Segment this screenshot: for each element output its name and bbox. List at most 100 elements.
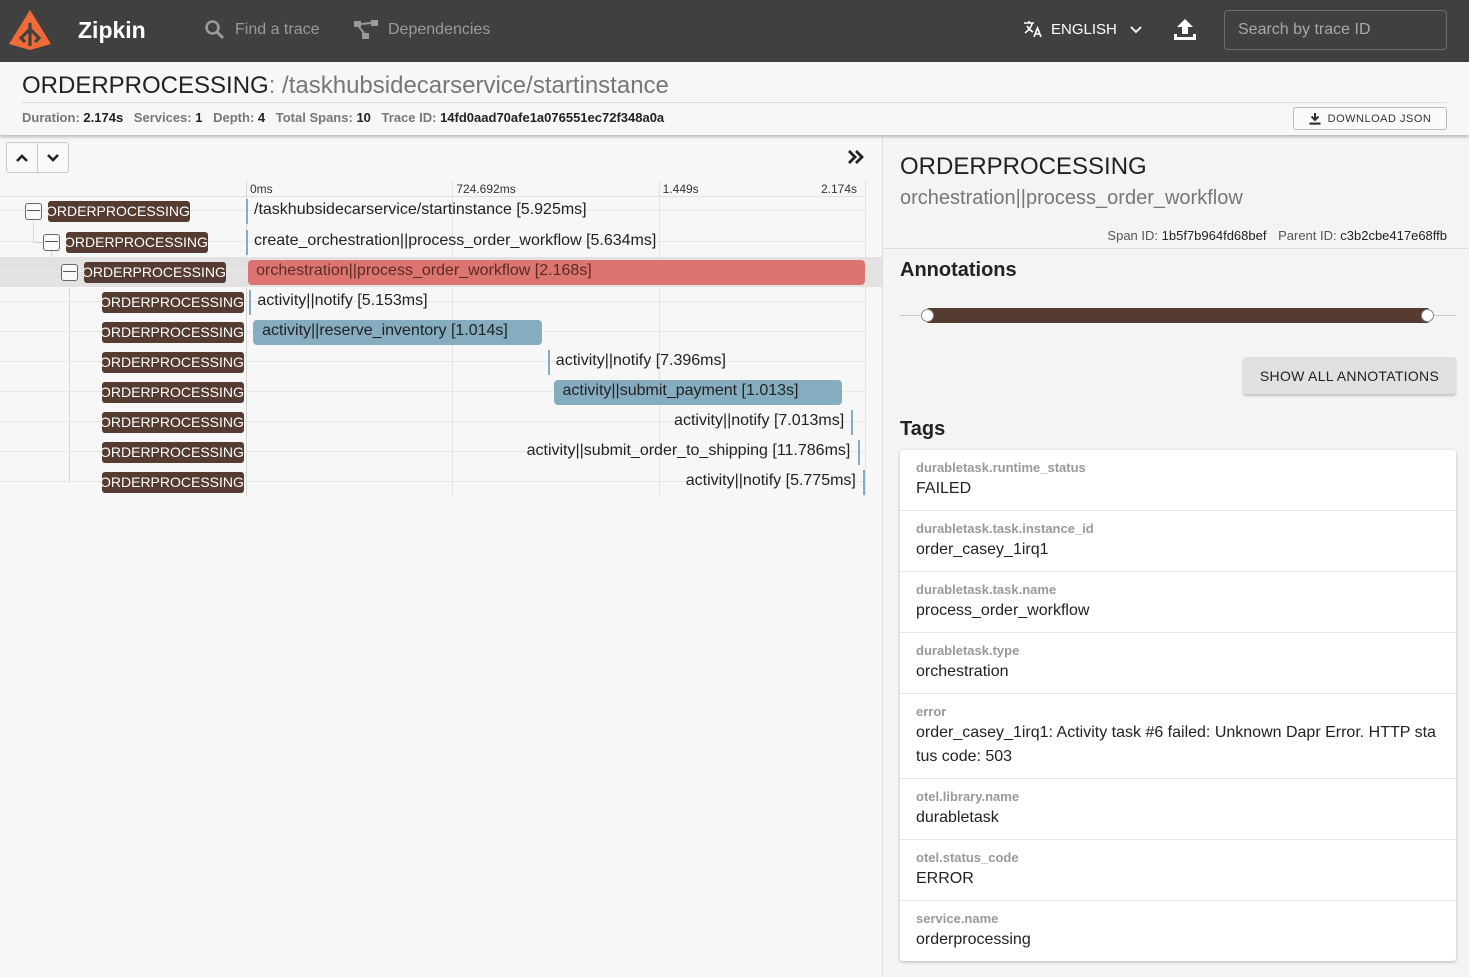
span-row[interactable]: ORDERPROCESSING activity||notify [5.153ms… [0, 287, 882, 317]
service-badge: ORDERPROCESSING [102, 412, 244, 433]
service-badge: ORDERPROCESSING [102, 322, 244, 343]
nav-dependencies-label: Dependencies [388, 21, 491, 38]
span-row[interactable]: ORDERPROCESSING activity||notify [7.396ms… [0, 347, 882, 377]
parent-id-value: c3b2cbe417e68ffb [1340, 228, 1447, 243]
span-duration: [5.925ms] [511, 201, 587, 218]
trace-id-search-input[interactable] [1224, 10, 1447, 50]
depth-value: 4 [257, 110, 266, 125]
annotation-span-bar [927, 308, 1429, 323]
collapse-toggle-icon[interactable] [43, 234, 60, 251]
span-label: activity||notify [5.775ms] [686, 472, 856, 490]
language-label: ENGLISH [1051, 20, 1117, 38]
span-navigation [6, 142, 69, 173]
span-duration: [5.153ms] [352, 292, 428, 309]
span-label: activity||submit_payment [1.013s] [563, 382, 799, 400]
dependencies-icon [354, 20, 378, 39]
span-name: /taskhubsidecarservice/startinstance [254, 201, 512, 218]
download-json-label: DOWNLOAD JSON [1327, 112, 1432, 125]
span-name: activity||notify [674, 412, 770, 429]
depth-label: Depth: [213, 110, 255, 125]
span-row[interactable]: ORDERPROCESSING activity||notify [7.013ms… [0, 407, 882, 437]
service-badge: ORDERPROCESSING [102, 292, 244, 313]
span-row[interactable]: ORDERPROCESSING orchestration||process_or… [0, 257, 882, 287]
tag-key: durabletask.task.name [916, 582, 1057, 597]
span-bar[interactable] [547, 350, 550, 375]
span-duration: [7.396ms] [651, 352, 726, 369]
collapse-toggle-icon[interactable] [25, 203, 42, 220]
span-bar[interactable] [249, 290, 252, 315]
tag-key: otel.status_code [916, 850, 1019, 865]
span-name: orchestration||process_order_workflow [256, 262, 531, 279]
search-icon [205, 20, 225, 40]
span-bar[interactable] [246, 199, 248, 224]
span-label: activity||reserve_inventory [1.014s] [262, 322, 508, 340]
span-duration: [1.013s] [737, 382, 799, 399]
service-badge: ORDERPROCESSING [102, 352, 244, 373]
total-spans-label: Total Spans: [275, 110, 353, 125]
span-label: /taskhubsidecarservice/startinstance [5.… [254, 201, 587, 219]
tag-key: error [916, 704, 947, 719]
zipkin-logo-icon[interactable] [8, 9, 52, 51]
download-icon [1309, 112, 1321, 125]
span-name: activity||reserve_inventory [262, 322, 447, 339]
download-json-button[interactable]: DOWNLOAD JSON [1293, 107, 1447, 130]
service-badge: ORDERPROCESSING [66, 232, 208, 253]
annotation-end-marker[interactable] [1421, 309, 1434, 322]
span-label: activity||notify [7.013ms] [674, 412, 844, 430]
detail-ids: Span ID: 1b5f7b964fd68bef Parent ID: c3b… [1107, 228, 1447, 243]
span-duration: [1.014s] [446, 322, 508, 339]
collapse-toggle-icon[interactable] [61, 264, 78, 281]
span-row[interactable]: ORDERPROCESSING activity||submit_payment … [0, 377, 882, 407]
tag-value: FAILED [916, 480, 972, 497]
tag-item: service.name orderprocessing [900, 901, 1456, 961]
span-bar[interactable] [862, 470, 865, 495]
tag-item: durabletask.runtime_status FAILED [900, 450, 1456, 511]
service-badge: ORDERPROCESSING [48, 201, 190, 222]
brand-name[interactable]: Zipkin [78, 17, 146, 44]
span-bar[interactable] [246, 230, 249, 255]
double-chevron-right-icon[interactable] [846, 148, 866, 166]
top-nav-bar: Zipkin Find a trace Dependencies ENGLISH [0, 0, 1469, 62]
span-row[interactable]: ORDERPROCESSING activity||notify [5.775ms… [0, 467, 882, 497]
nav-dependencies[interactable]: Dependencies [354, 19, 490, 41]
span-name: activity||notify [257, 292, 353, 309]
span-row[interactable]: ORDERPROCESSING/taskhubsidecarservice/st… [0, 196, 882, 226]
parent-id-label: Parent ID: [1278, 228, 1337, 243]
service-badge: ORDERPROCESSING [102, 472, 244, 493]
tag-value: ERROR [916, 870, 974, 887]
span-label: activity||submit_order_to_shipping [11.7… [527, 442, 851, 460]
tag-key: durabletask.task.instance_id [916, 521, 1094, 536]
span-row[interactable]: ORDERPROCESSING activity||reserve_invento… [0, 317, 882, 347]
span-label: orchestration||process_order_workflow [2… [256, 262, 592, 280]
span-name: activity||submit_payment [562, 382, 738, 399]
tag-value: order_casey_1irq1: Activity task #6 fail… [916, 724, 1436, 765]
tag-value: process_order_workflow [916, 602, 1090, 619]
nav-find-a-trace-label: Find a trace [235, 20, 320, 38]
span-id-value: 1b5f7b964fd68bef [1161, 228, 1267, 243]
span-name: activity||notify [685, 472, 782, 489]
span-duration: [2.168s] [530, 262, 592, 279]
annotations-heading: Annotations [900, 259, 1017, 281]
upload-icon[interactable] [1172, 17, 1198, 43]
detail-divider [883, 248, 1469, 249]
tick-label: 724.692ms [456, 182, 516, 196]
annotation-start-marker[interactable] [921, 309, 934, 322]
span-duration: [5.634ms] [581, 232, 657, 249]
span-duration: [7.013ms] [769, 412, 845, 429]
span-row[interactable]: ORDERPROCESSING create_orchestration||pro… [0, 227, 882, 257]
tag-value: orchestration [916, 663, 1009, 680]
show-all-annotations-button[interactable]: SHOW ALL ANNOTATIONS [1243, 357, 1456, 394]
chevron-down-icon [1130, 26, 1142, 34]
tag-key: service.name [916, 911, 999, 926]
span-bar[interactable] [851, 410, 854, 435]
language-selector[interactable]: ENGLISH [1023, 20, 1143, 38]
next-span-button[interactable] [38, 143, 68, 172]
detail-span-name: orchestration||process_order_workflow [900, 187, 1243, 209]
nav-find-a-trace[interactable]: Find a trace [204, 19, 319, 40]
span-row[interactable]: ORDERPROCESSING activity||submit_order_to… [0, 437, 882, 467]
previous-span-button[interactable] [7, 143, 38, 172]
span-bar[interactable] [857, 440, 860, 465]
header-divider [22, 102, 1447, 103]
tag-item: durabletask.task.name process_order_workf… [900, 572, 1456, 633]
trace-service-name: ORDERPROCESSING [22, 72, 269, 99]
